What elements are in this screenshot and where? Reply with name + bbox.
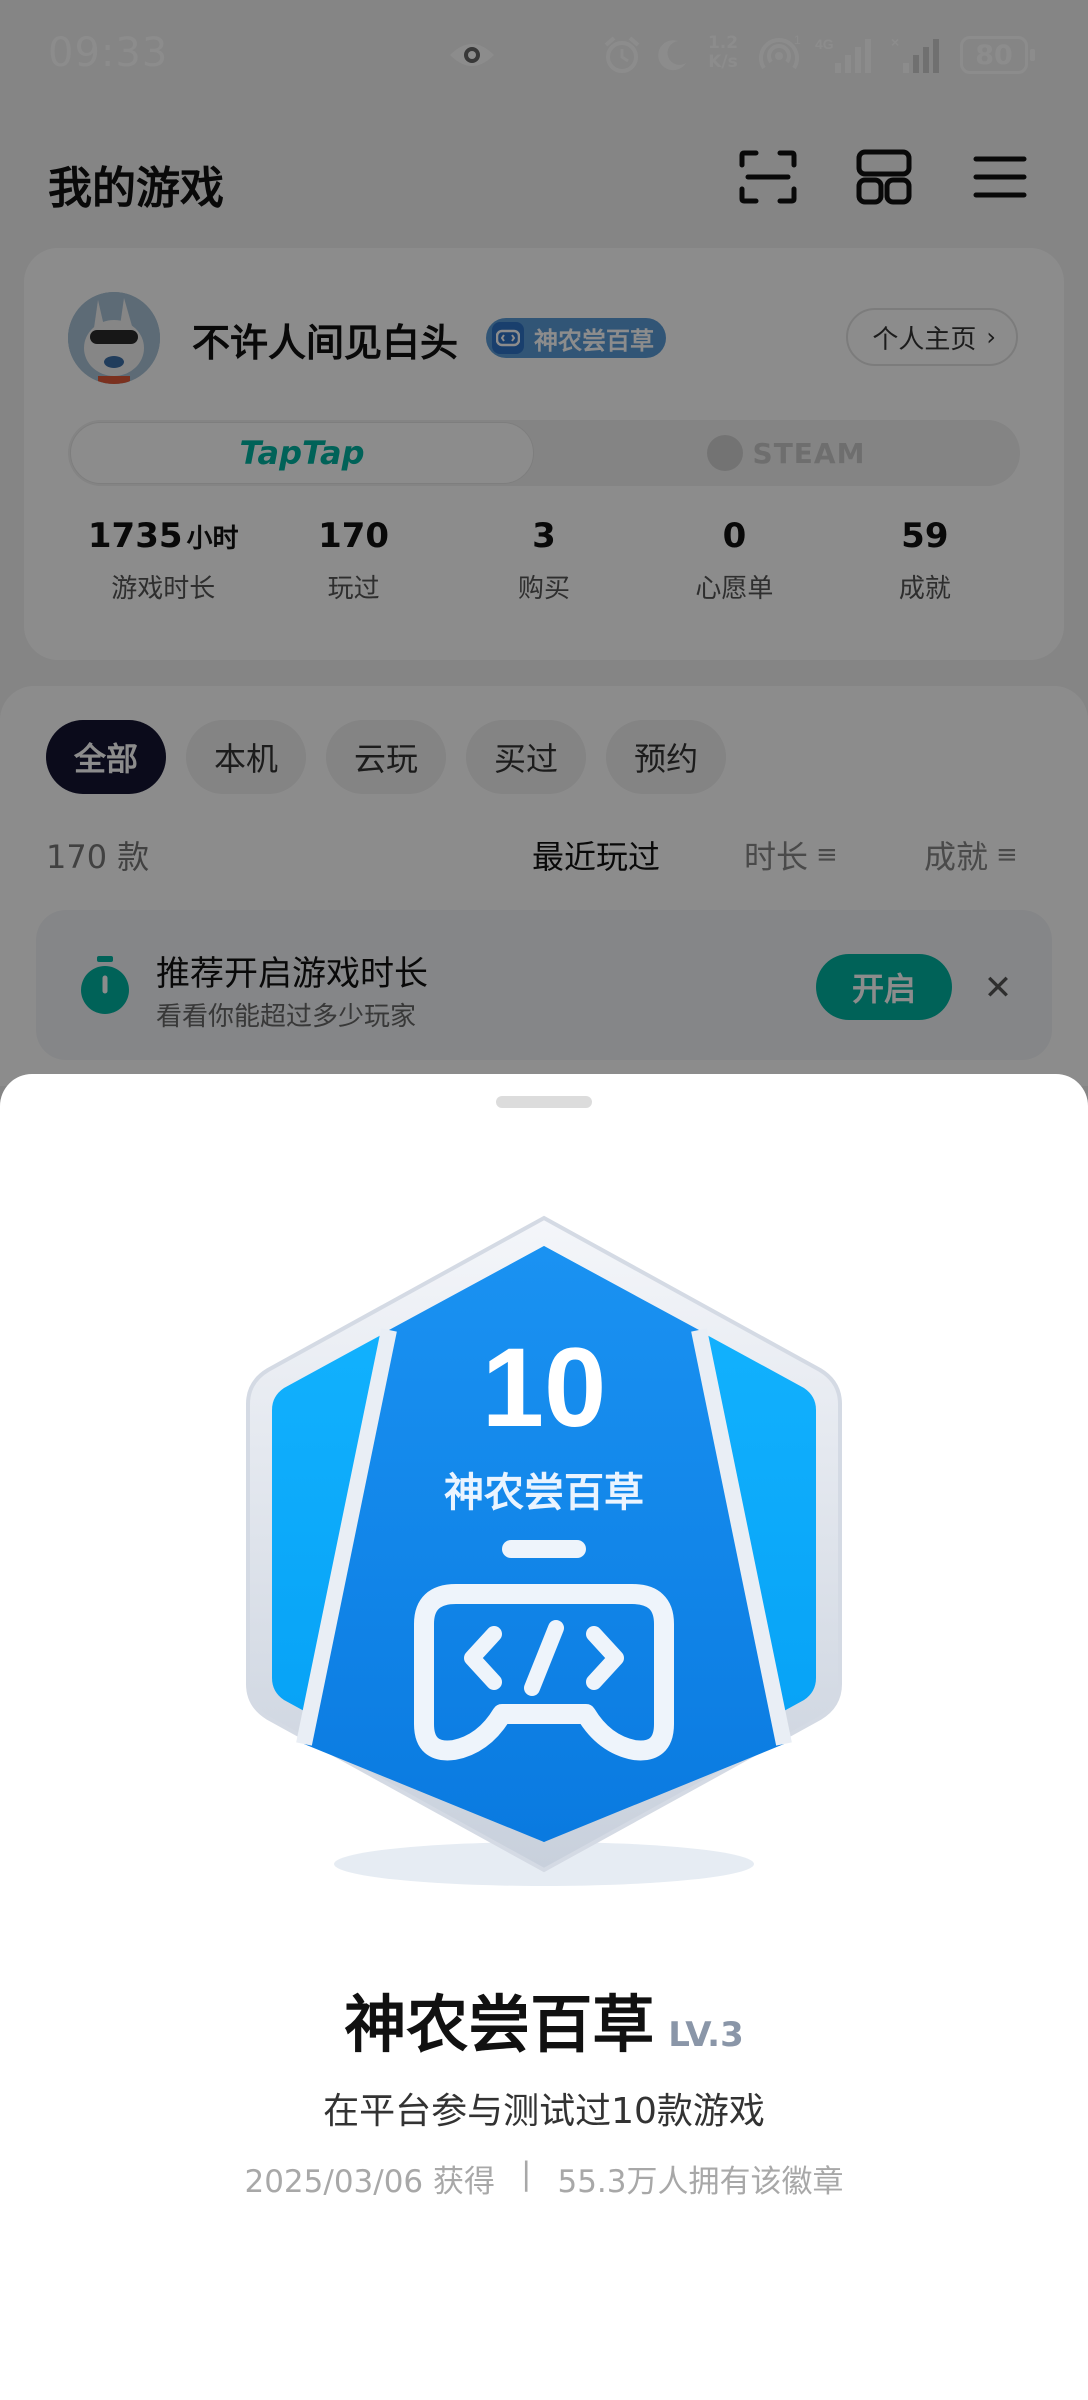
badge-art-number: 10 (482, 1325, 607, 1450)
sheet-drag-handle[interactable] (496, 1096, 592, 1108)
page: 09:33 1.2 K/s 1 4G × 80 我的游戏 不许人间见白头 神农尝… (0, 0, 1088, 2400)
badge-meta: 2025/03/06 获得 | 55.3万人拥有该徽章 (0, 2156, 1088, 2201)
badge-owners: 55.3万人拥有该徽章 (557, 2164, 844, 2200)
badge-art-title: 神农尝百草 (444, 1470, 644, 1516)
badge-detail-sheet: 10 神农尝百草 神农尝百草 LV.3 在平台参与测试过10款游戏 2025/0… (0, 1074, 1088, 2400)
badge-date: 2025/03/06 获得 (244, 2164, 496, 2200)
meta-separator: | (521, 2156, 532, 2192)
badge-emblem: 10 神农尝百草 (246, 1215, 842, 1886)
badge-level: LV.3 (668, 2015, 744, 2055)
badge-description: 在平台参与测试过10款游戏 (323, 2091, 765, 2132)
badge-title-row: 神农尝百草 LV.3 (0, 1974, 1088, 2064)
badge-name: 神农尝百草 (344, 1988, 655, 2061)
